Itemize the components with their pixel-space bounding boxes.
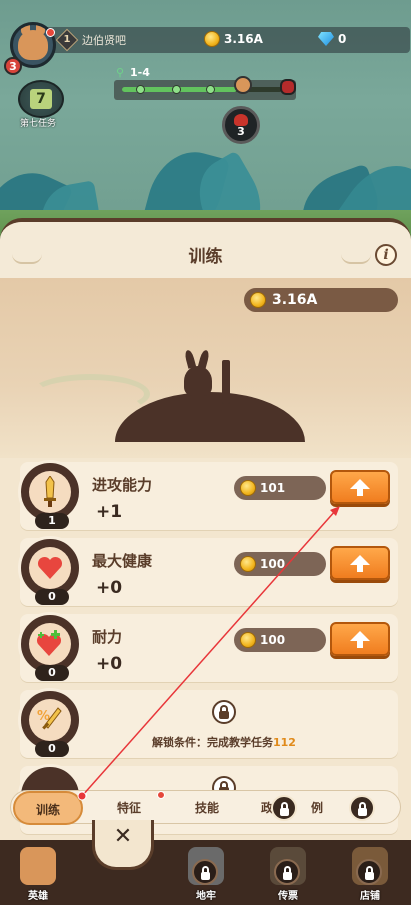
- percent-sword-icon: %: [29, 699, 71, 741]
- gold-coin-icon: [204, 31, 220, 47]
- stat-icon-frame: 0: [18, 536, 82, 605]
- nav-label: 地牢: [196, 891, 216, 902]
- tab-notification-dot: [157, 791, 165, 799]
- unlock-condition: 解锁条件：完成教学任务112: [152, 734, 296, 750]
- arrow-up-icon: [350, 479, 370, 496]
- unlock-condition-text: 解锁条件：完成教学任务: [152, 736, 273, 749]
- lock-icon: [192, 859, 218, 885]
- stage-waypoint: [206, 85, 215, 94]
- stat-value: +1: [96, 502, 123, 522]
- panel-tab-bar: 训练 特征 技能 政 例: [10, 790, 401, 825]
- map-pin-icon: ⚲: [116, 66, 125, 79]
- unlock-condition-number: 112: [273, 736, 296, 749]
- stat-icon-frame: 1: [18, 460, 82, 529]
- nav-label: 英雄: [28, 891, 48, 902]
- heart-plus-icon: [29, 623, 71, 665]
- player-level-badge: 3: [4, 57, 22, 75]
- player-name: 边伯贤吧: [82, 34, 126, 47]
- nav-shop[interactable]: 店铺: [340, 847, 400, 903]
- notification-dot: [46, 28, 55, 37]
- stat-row-max-health: 0 最大健康 +0 100: [18, 536, 398, 606]
- close-icon: ✕: [113, 824, 133, 849]
- nav-dungeon[interactable]: 地牢: [176, 847, 236, 903]
- arrow-up-icon: [350, 631, 370, 648]
- rabbit-hero-icon: [20, 847, 56, 885]
- gold-coin-icon: [240, 480, 256, 496]
- lock-icon: [349, 795, 375, 821]
- stage-waypoint: [172, 85, 181, 94]
- nav-summon[interactable]: 传票: [258, 847, 318, 903]
- tab-notification-dot: [79, 791, 87, 799]
- calendar-icon: 7: [30, 89, 52, 109]
- nav-label: 店铺: [360, 891, 380, 902]
- boss-button[interactable]: 3: [222, 106, 260, 144]
- lock-icon: [356, 859, 382, 885]
- upgrade-cost: 101: [260, 481, 286, 495]
- arrow-up-icon: [350, 555, 370, 572]
- mission-button[interactable]: 7: [18, 80, 64, 118]
- boss-counter: 3: [237, 125, 245, 138]
- stat-icon-frame: % 0: [18, 688, 82, 757]
- stat-name: 最大健康: [92, 552, 153, 570]
- upgrade-button[interactable]: [330, 470, 390, 504]
- stage-label: 1-4: [130, 66, 150, 79]
- stat-icon-frame: 0: [18, 612, 82, 681]
- lock-icon: [271, 795, 297, 821]
- lock-icon: [274, 859, 300, 885]
- close-button[interactable]: ✕: [92, 820, 154, 870]
- hud-gold-amount: 3.16A: [224, 32, 263, 46]
- stat-level-badge: 1: [35, 513, 69, 529]
- gold-coin-icon: [240, 556, 256, 572]
- stage-waypoint: [136, 85, 145, 94]
- rank-number: 1: [63, 34, 71, 45]
- tab-example[interactable]: 例: [305, 791, 329, 825]
- mist-swirl: [30, 374, 150, 414]
- stat-name: 进攻能力: [92, 476, 153, 494]
- gold-coin-icon: [240, 632, 256, 648]
- upgrade-button[interactable]: [330, 546, 390, 580]
- upgrade-button[interactable]: [330, 622, 390, 656]
- stat-level-badge: 0: [35, 665, 69, 681]
- lock-icon: [212, 700, 236, 724]
- tab-training[interactable]: 训练: [13, 791, 83, 825]
- sword-icon: [29, 471, 71, 513]
- stat-row-stamina: 0 耐力 +0 100: [18, 612, 398, 682]
- stat-row-attack: 1 进攻能力 +1 101: [18, 460, 398, 530]
- hero-marker-icon: [234, 76, 252, 94]
- gold-display: [244, 288, 398, 312]
- mission-label: 第七任务: [20, 119, 57, 129]
- stat-value: +0: [96, 654, 123, 674]
- training-panel: 训练 i 3.16A 1 进攻能力 +1 101 0 最大健康 +0 100 0…: [0, 218, 411, 858]
- heart-icon: [29, 547, 71, 589]
- panel-header: 训练 i: [0, 222, 411, 278]
- boss-marker-icon: [280, 79, 296, 95]
- tab-skills[interactable]: 技能: [171, 791, 243, 825]
- stat-level-badge: 0: [35, 589, 69, 605]
- hero-silhouette: [184, 366, 212, 396]
- info-button[interactable]: i: [375, 244, 397, 266]
- upgrade-cost: 100: [260, 557, 286, 571]
- panel-gold-amount: 3.16A: [272, 292, 318, 308]
- stat-level-badge: 0: [35, 741, 69, 757]
- training-post: [222, 360, 230, 404]
- upgrade-cost: 100: [260, 633, 286, 647]
- gold-coin-icon: [250, 292, 266, 308]
- stat-name: 耐力: [92, 628, 123, 646]
- stat-row-locked: % 0 解锁条件：完成教学任务112: [18, 688, 398, 758]
- nav-hero[interactable]: 英雄: [8, 847, 68, 903]
- nav-label: 传票: [278, 891, 298, 902]
- rabbit-face-icon: [18, 25, 48, 60]
- hud-gem-amount: 0: [338, 32, 347, 46]
- stat-value: +0: [96, 578, 123, 598]
